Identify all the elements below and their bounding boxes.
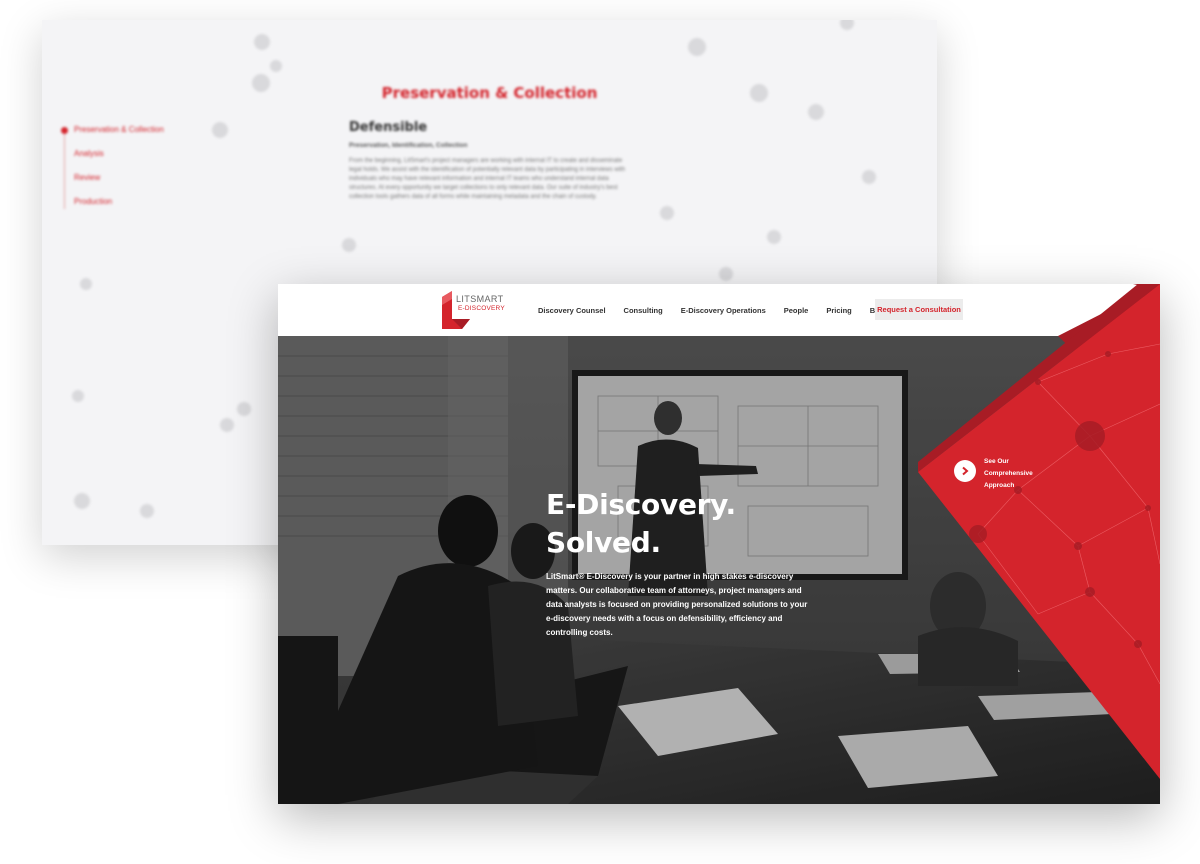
decorative-dot (862, 170, 876, 184)
section-title: Preservation & Collection (381, 84, 598, 102)
decorative-dot (80, 278, 92, 290)
decorative-dot (660, 206, 674, 220)
decorative-dot (688, 38, 706, 56)
decorative-dot (719, 267, 733, 281)
decorative-dot (220, 418, 234, 432)
section-content: Defensible Preservation, Identification,… (349, 120, 634, 202)
sidebar-item-analysis[interactable]: Analysis (62, 149, 164, 173)
approach-link-line-3: Approach (984, 482, 1015, 489)
content-heading: Defensible (349, 120, 428, 135)
content-body: From the beginning, LitSmart's project m… (349, 158, 626, 200)
decorative-dot (140, 504, 154, 518)
decorative-dot (767, 230, 781, 244)
approach-link[interactable]: See Our Comprehensive Approach (984, 456, 1044, 492)
decorative-dot (270, 60, 282, 72)
approach-arrow-button[interactable] (954, 460, 976, 482)
sidebar-item-review[interactable]: Review (62, 173, 164, 197)
homepage-preview: LITSMART E-DISCOVERY Discovery Counsel C… (278, 284, 1160, 804)
approach-link-line-1: See Our (984, 458, 1009, 465)
sidebar-item-production[interactable]: Production (62, 197, 164, 221)
chevron-right-icon (962, 466, 969, 476)
decorative-dot (808, 104, 824, 120)
decorative-dot (237, 402, 251, 416)
sidebar-item-preservation[interactable]: Preservation & Collection (62, 125, 164, 149)
decorative-dot (342, 238, 356, 252)
decorative-dot (212, 122, 228, 138)
decorative-dot (72, 390, 84, 402)
approach-link-line-2: Comprehensive (984, 470, 1033, 477)
decorative-dot (74, 493, 90, 509)
sidebar-nav: Preservation & Collection Analysis Revie… (61, 125, 164, 221)
red-geometric-panel (918, 284, 1160, 779)
content-subheading: Preservation, Identification, Collection (349, 142, 468, 149)
decorative-dot (840, 20, 854, 30)
decorative-dot (254, 34, 270, 50)
